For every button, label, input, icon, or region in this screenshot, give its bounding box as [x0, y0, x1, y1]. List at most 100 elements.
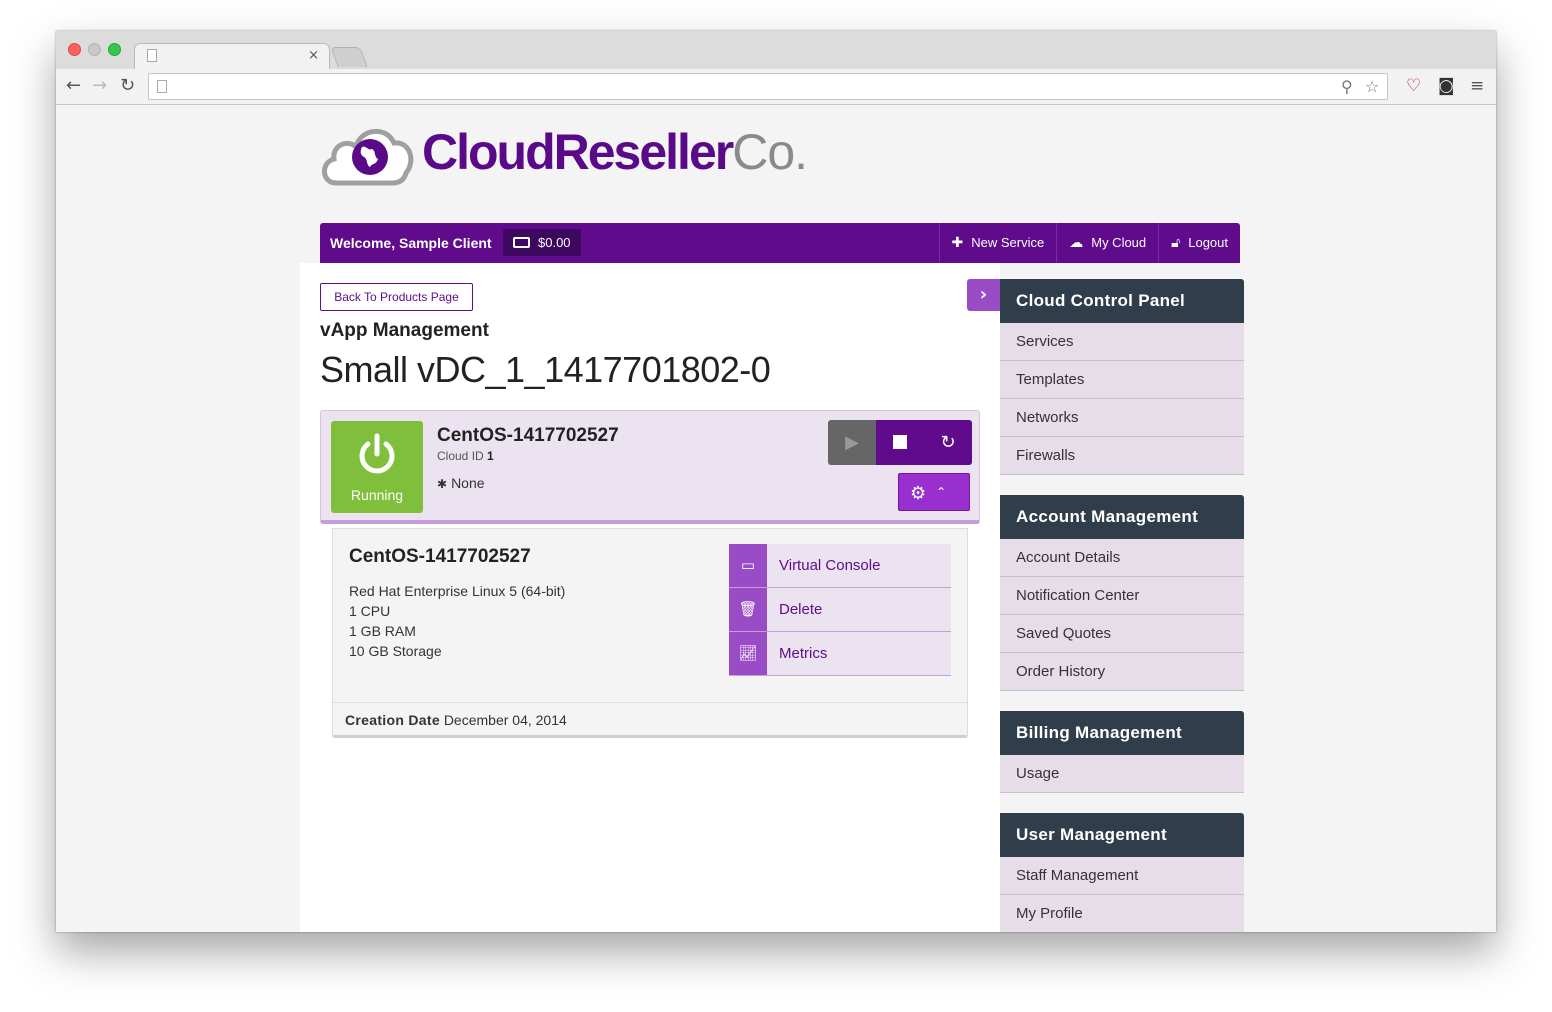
power-icon [359, 433, 395, 474]
stop-button[interactable] [876, 420, 924, 465]
creation-date-value: December 04, 2014 [443, 712, 567, 728]
vm-detail-panel: CentOS-1417702527 Red Hat Enterprise Lin… [332, 528, 968, 738]
vapp-name: Small vDC_1_1417701802-0 [320, 349, 771, 390]
sidebar-item-account-details[interactable]: Account Details [1000, 539, 1244, 577]
vm-detail-name: CentOS-1417702527 [349, 546, 531, 567]
back-arrow-icon[interactable]: ← [66, 75, 81, 96]
search-icon[interactable]: ⚲ [1341, 77, 1353, 96]
logout-link[interactable]: 🔓︎ Logout [1158, 223, 1240, 263]
top-nav-menu: ✚ New Service ☁ My Cloud 🔓︎ Logout [938, 223, 1240, 263]
creation-date-row: Creation Date December 04, 2014 [333, 702, 967, 736]
vm-meta-value: None [451, 475, 485, 491]
metrics-button[interactable]: 📈︎ Metrics [729, 632, 951, 676]
back-to-products-button[interactable]: Back To Products Page [320, 283, 473, 311]
section-title: vApp Management [320, 320, 489, 341]
sidebar-item-templates[interactable]: Templates [1000, 361, 1244, 399]
sidebar-item-notification-center[interactable]: Notification Center [1000, 577, 1244, 615]
brand-logo[interactable]: CloudResellerCo. [318, 117, 808, 189]
vm-storage: 10 GB Storage [349, 643, 442, 659]
refresh-icon: ↻ [940, 432, 956, 453]
settings-dropdown-button[interactable]: ⚙ ⌃ [898, 473, 970, 511]
browser-window: × ← → ↻ ⚲ ☆ ♡ ◙ ≡ CloudResellerCo. Welco… [56, 31, 1496, 932]
document-icon [147, 49, 157, 62]
sidebar: Cloud Control Panel Services Templates N… [1000, 263, 1260, 932]
creation-date-label: Creation Date [345, 712, 440, 728]
sidebar-toggle-button[interactable]: › [967, 279, 1000, 311]
virtual-console-label: Virtual Console [779, 557, 881, 574]
reload-icon[interactable]: ↻ [120, 75, 135, 96]
chevron-up-icon: ⌃ [936, 485, 947, 499]
new-service-link[interactable]: ✚ New Service [938, 223, 1057, 263]
delete-label: Delete [779, 601, 823, 618]
delete-button[interactable]: 🗑︎ Delete [729, 588, 951, 632]
brand-wordmark: CloudResellerCo. [422, 123, 808, 181]
sidebar-group-cloud-control-panel: Cloud Control Panel Services Templates N… [1000, 279, 1244, 475]
sidebar-heading: Cloud Control Panel [1000, 279, 1244, 323]
vm-ram: 1 GB RAM [349, 623, 416, 639]
new-tab-button[interactable] [330, 47, 368, 67]
brand-suffix: Co. [732, 124, 808, 180]
chart-icon: 📈︎ [729, 632, 767, 675]
metrics-label: Metrics [779, 645, 828, 662]
sidebar-group-billing-management: Billing Management Usage [1000, 711, 1244, 793]
camera-extension-icon[interactable]: ◙ [1438, 76, 1455, 96]
vm-cpu: 1 CPU [349, 603, 391, 619]
vm-actions: ▭ Virtual Console 🗑︎ Delete 📈︎ Metrics [729, 544, 951, 676]
address-bar[interactable]: ⚲ ☆ [148, 73, 1388, 100]
balance-amount: $0.00 [538, 235, 571, 250]
welcome-message: Welcome, Sample Client [330, 235, 492, 251]
trash-icon: 🗑︎ [729, 588, 767, 631]
unlock-icon: 🔓︎ [1171, 235, 1181, 251]
vm-name: CentOS-1417702527 [437, 425, 619, 446]
virtual-console-button[interactable]: ▭ Virtual Console [729, 544, 951, 588]
forward-arrow-icon[interactable]: → [92, 75, 107, 96]
vm-status-badge[interactable]: Running [331, 421, 423, 513]
vm-os: Red Hat Enterprise Linux 5 (64-bit) [349, 583, 566, 599]
my-cloud-label: My Cloud [1091, 235, 1147, 250]
zoom-window-button[interactable] [108, 43, 121, 56]
my-cloud-link[interactable]: ☁ My Cloud [1056, 223, 1158, 263]
browser-tab[interactable]: × [134, 43, 330, 69]
logout-label: Logout [1188, 235, 1228, 250]
tab-close-icon[interactable]: × [308, 48, 319, 63]
sidebar-item-order-history[interactable]: Order History [1000, 653, 1244, 691]
account-balance[interactable]: $0.00 [503, 229, 581, 256]
cloud-id-label: Cloud ID [437, 449, 484, 463]
new-service-label: New Service [971, 235, 1045, 250]
power-controls: ▶ ↻ [828, 420, 972, 465]
money-icon [513, 237, 530, 248]
cloud-icon: ☁ [1069, 235, 1084, 251]
sidebar-item-usage[interactable]: Usage [1000, 755, 1244, 793]
sidebar-item-firewalls[interactable]: Firewalls [1000, 437, 1244, 475]
gear-icon: ✱ [437, 477, 448, 491]
sidebar-item-saved-quotes[interactable]: Saved Quotes [1000, 615, 1244, 653]
vm-meta: ✱ None [437, 475, 485, 491]
star-icon[interactable]: ☆ [1365, 77, 1379, 96]
vm-header-panel: Running CentOS-1417702527 Cloud ID 1 ✱ No… [320, 410, 980, 524]
sidebar-heading: Billing Management [1000, 711, 1244, 755]
start-button[interactable]: ▶ [828, 420, 876, 465]
sidebar-item-networks[interactable]: Networks [1000, 399, 1244, 437]
main-content: Back To Products Page vApp Management Sm… [300, 263, 1000, 932]
minimize-window-button[interactable] [88, 43, 101, 56]
sidebar-item-services[interactable]: Services [1000, 323, 1244, 361]
chevron-right-icon: › [979, 284, 988, 305]
browser-titlebar: × [56, 31, 1496, 69]
vm-cloud-id: Cloud ID 1 [437, 449, 494, 463]
close-window-button[interactable] [68, 43, 81, 56]
heart-extension-icon[interactable]: ♡ [1406, 76, 1421, 96]
vm-status-label: Running [350, 487, 404, 503]
plus-icon: ✚ [951, 235, 964, 251]
sidebar-item-staff-management[interactable]: Staff Management [1000, 857, 1244, 895]
cloud-globe-icon [322, 128, 414, 186]
browser-toolbar: ← → ↻ ⚲ ☆ ♡ ◙ ≡ [56, 69, 1496, 105]
menu-icon[interactable]: ≡ [1470, 76, 1484, 96]
sidebar-group-user-management: User Management Staff Management My Prof… [1000, 813, 1244, 932]
restart-button[interactable]: ↻ [924, 420, 972, 465]
sidebar-item-my-profile[interactable]: My Profile [1000, 895, 1244, 932]
brand-name: CloudReseller [422, 124, 734, 180]
top-navigation-bar: Welcome, Sample Client $0.00 ✚ New Servic… [320, 223, 1240, 263]
stop-icon [893, 435, 907, 449]
play-icon: ▶ [845, 432, 859, 453]
sidebar-heading: Account Management [1000, 495, 1244, 539]
